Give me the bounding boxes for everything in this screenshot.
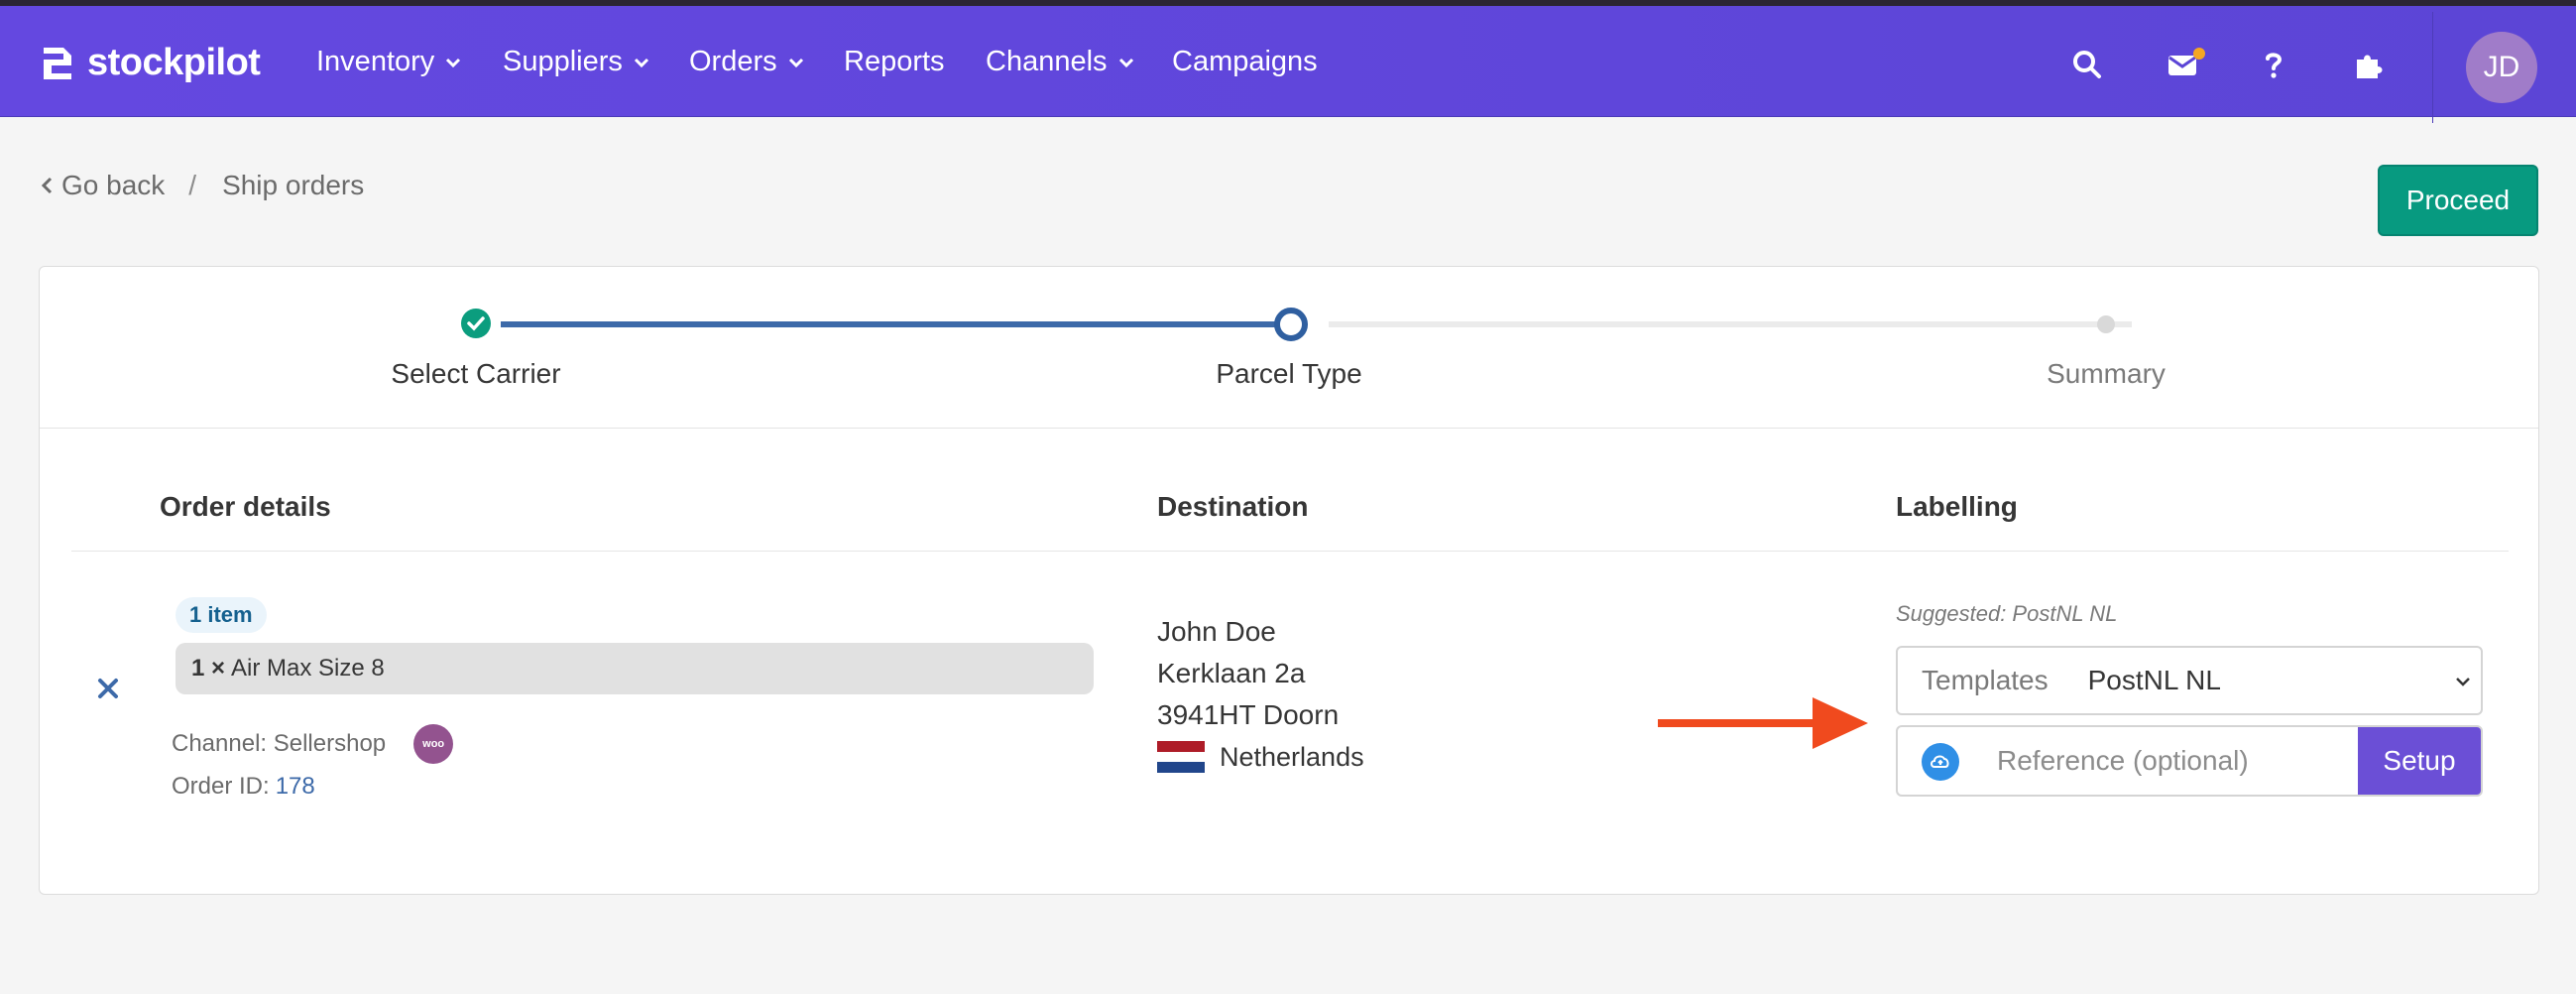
navbar: stockpilot Inventory Suppliers Orders Re… — [0, 6, 2576, 123]
arrow-right-icon — [1658, 697, 1868, 749]
step-active-dot-icon[interactable] — [1273, 307, 1309, 342]
templates-value: PostNL NL — [2087, 665, 2221, 695]
woocommerce-icon: woo — [413, 724, 454, 764]
order-id-info: Order ID: 178 — [172, 773, 315, 801]
stepper-line-complete — [501, 321, 1297, 327]
chevron-down-icon — [1118, 58, 1133, 67]
destination-country: Netherlands — [1220, 742, 1364, 772]
breadcrumb: Go back / Ship orders — [40, 170, 364, 201]
proceed-button[interactable]: Proceed — [2378, 165, 2538, 236]
nav-reports[interactable]: Reports — [844, 46, 945, 78]
header-labelling: Labelling — [1896, 491, 2018, 522]
netherlands-flag-icon — [1157, 741, 1205, 773]
suggested-carrier: Suggested: PostNL NL — [1896, 601, 2118, 626]
templates-label: Templates — [1922, 665, 2049, 695]
channel-info: Channel: Sellershop woo — [172, 724, 454, 764]
header-divider — [71, 551, 2509, 552]
breadcrumb-separator: / — [188, 170, 197, 200]
chevron-down-icon — [446, 58, 461, 67]
step-label-parcel-type: Parcel Type — [1216, 358, 1362, 389]
header-destination: Destination — [1157, 491, 1309, 522]
nav-channels-label: Channels — [986, 46, 1108, 77]
brand[interactable]: stockpilot — [38, 42, 261, 84]
stepper-divider — [40, 428, 2538, 429]
step-complete-check-icon[interactable] — [460, 308, 492, 339]
destination-city: 3941HT Doorn — [1157, 699, 1340, 730]
nav-campaigns[interactable]: Campaigns — [1172, 46, 1318, 78]
step-pending-dot-icon[interactable] — [2096, 314, 2116, 334]
nav-inventory[interactable]: Inventory — [316, 46, 462, 78]
stockpilot-logo-icon — [44, 47, 71, 79]
destination-name: John Doe — [1157, 616, 1276, 647]
notification-dot — [2193, 48, 2205, 60]
go-back-link[interactable]: Go back — [40, 170, 165, 201]
close-icon[interactable] — [95, 676, 121, 701]
order-id-label: Order ID: — [172, 773, 270, 800]
order-id-link[interactable]: 178 — [276, 773, 315, 801]
nav-suppliers[interactable]: Suppliers — [503, 46, 650, 78]
destination-street: Kerklaan 2a — [1157, 658, 1306, 688]
nav-orders[interactable]: Orders — [689, 46, 805, 78]
chevron-down-icon — [634, 58, 648, 67]
cloud-icon — [1922, 743, 1959, 781]
nav-campaigns-label: Campaigns — [1172, 46, 1318, 77]
chevron-left-icon — [41, 177, 53, 194]
item-product: Air Max Size 8 — [231, 655, 385, 682]
chevron-down-icon — [788, 58, 803, 67]
item-quantity: 1 × — [191, 655, 226, 682]
setup-button[interactable]: Setup — [2358, 727, 2481, 795]
stepper-line-pending — [1329, 321, 2132, 327]
step-label-summary: Summary — [2047, 358, 2166, 389]
avatar[interactable]: JD — [2466, 32, 2537, 103]
help-icon[interactable] — [2257, 48, 2290, 81]
nav-reports-label: Reports — [844, 46, 945, 77]
nav-inventory-label: Inventory — [316, 46, 435, 77]
templates-select[interactable]: Templates PostNL NL — [1896, 646, 2483, 715]
puzzle-icon[interactable] — [2352, 48, 2386, 81]
step-label-select-carrier: Select Carrier — [391, 358, 561, 389]
header-order-details: Order details — [160, 491, 331, 522]
reference-group: Setup — [1896, 725, 2483, 797]
chevron-down-icon — [2456, 678, 2470, 686]
nav-channels[interactable]: Channels — [986, 46, 1135, 78]
order-item: 1 × Air Max Size 8 — [176, 643, 1094, 694]
nav-suppliers-label: Suppliers — [503, 46, 623, 77]
go-back-label: Go back — [61, 170, 166, 200]
item-count-badge: 1 item — [176, 597, 267, 633]
breadcrumb-current: Ship orders — [222, 170, 365, 200]
brand-name: stockpilot — [87, 42, 261, 83]
ship-orders-card: Select Carrier Parcel Type Summary Order… — [39, 266, 2539, 895]
channel-label: Channel: Sellershop — [172, 730, 387, 757]
search-icon[interactable] — [2070, 48, 2104, 81]
nav-divider — [2432, 12, 2433, 123]
nav-orders-label: Orders — [689, 46, 777, 77]
reference-input[interactable] — [1977, 727, 2334, 795]
